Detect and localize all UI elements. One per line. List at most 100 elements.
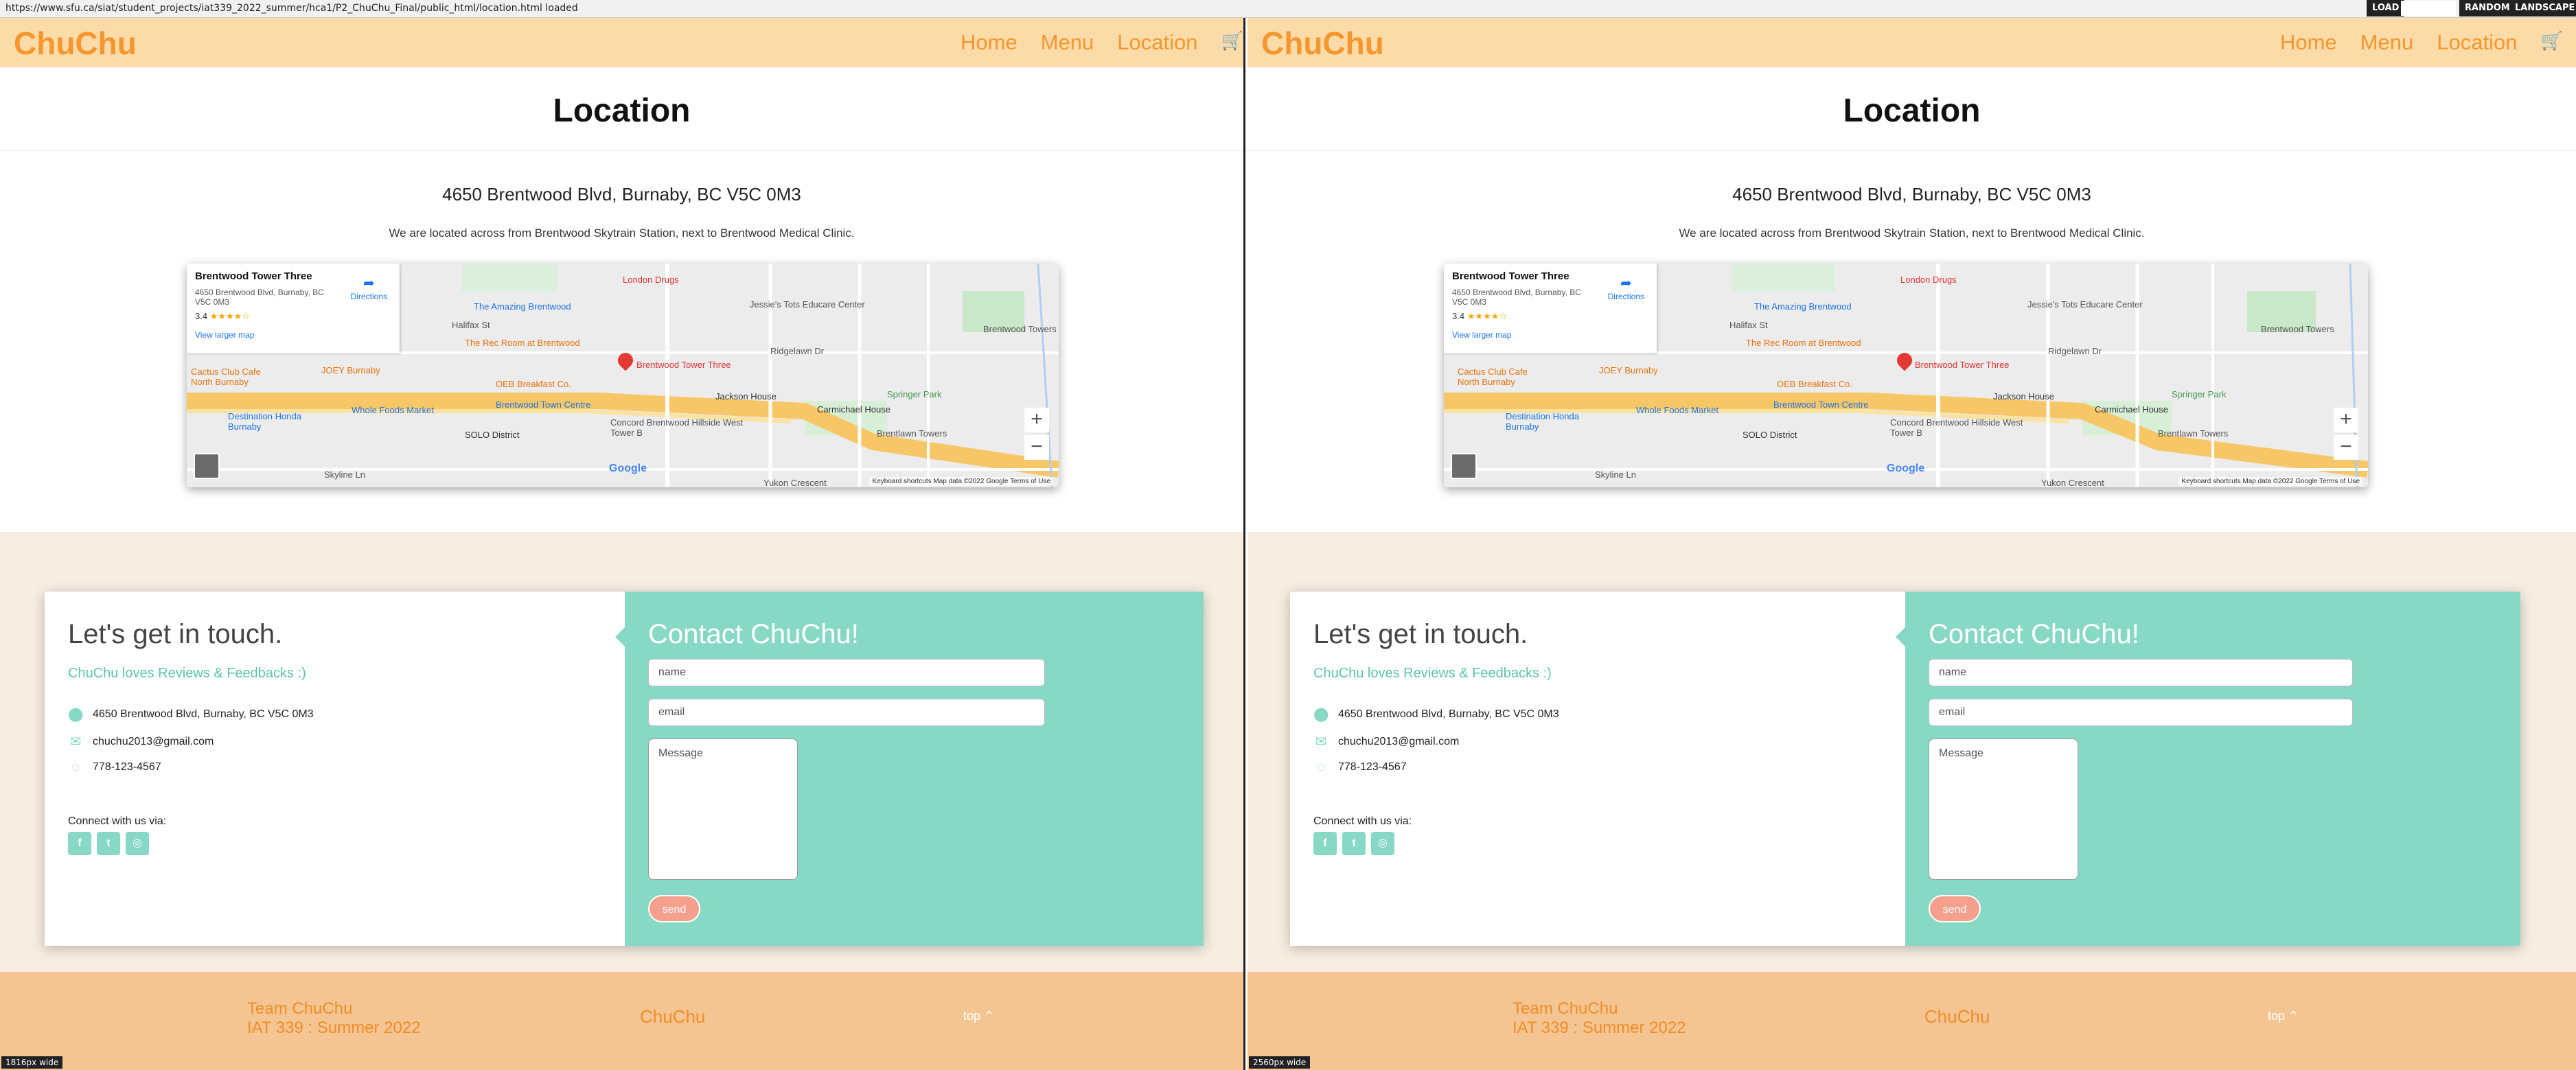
facebook-icon[interactable]: f [1313,832,1337,855]
google-map[interactable]: Brentwood Tower Three The Amazing Brentw… [187,264,1059,487]
satellite-toggle[interactable] [194,453,220,479]
footer-team: Team ChuChu IAT 339 : Summer 2022 [1513,999,1686,1037]
touch-title: Let's get in touch. [1313,619,1528,649]
address-heading: 4650 Brentwood Blvd, Burnaby, BC V5C 0M3 [1732,184,2091,205]
name-field[interactable]: name [648,659,1045,686]
footer-brand[interactable]: ChuChu [1924,1006,1990,1027]
back-to-top-link[interactable]: top ⌃ [2268,1009,2299,1023]
map-label: OEB Breakfast Co. [1777,379,1852,389]
map-attribution[interactable]: Keyboard shortcuts Map data ©2022 Google… [2178,477,2362,486]
nav-menu[interactable]: Menu [2360,30,2414,55]
map-label: Brentwood Tower Three [1915,360,2010,370]
map-label: Brentlawn Towers [877,428,947,439]
loaded-url: https://www.sfu.ca/siat/student_projects… [5,3,578,14]
load-button[interactable]: LOAD [2367,0,2405,16]
footer-brand[interactable]: ChuChu [640,1006,705,1027]
contact-address: ⬤ 4650 Brentwood Blvd, Burnaby, BC V5C 0M… [1313,707,1559,722]
map-label: Carmichael House [817,404,890,415]
map-label: Yukon Crescent [763,478,827,487]
map-label: Brentwood Town Centre [1773,399,1869,410]
message-field[interactable]: Message [648,738,798,880]
map-label: Cactus Club Cafe North Burnaby [191,367,261,387]
place-address: 4650 Brentwood Blvd, Burnaby, BC V5C 0M3 [1452,288,1581,307]
brand-logo[interactable]: ChuChu [14,25,137,62]
twitter-icon[interactable]: t [1342,832,1366,855]
map-label: Springer Park [887,389,942,399]
random-button[interactable]: RANDOM [2459,0,2516,16]
site-header: ChuChu Home Menu Location 🛒 [1247,18,2576,67]
map-label: The Rec Room at Brentwood [465,338,580,348]
contact-card: Let's get in touch. ChuChu loves Reviews… [1290,592,2520,946]
place-rating: 3.4 ★★★★☆ [1452,311,1507,321]
contact-address: ⬤ 4650 Brentwood Blvd, Burnaby, BC V5C 0M… [68,707,314,722]
zoom-out-button[interactable]: − [1024,435,1049,460]
connect-label: Connect with us via: [68,815,167,827]
divider [1247,150,2576,151]
mail-icon: ✉ [69,734,82,749]
instagram-icon[interactable]: ◎ [1371,832,1394,855]
landscape-button[interactable]: LANDSCAPE [2509,0,2576,16]
right-viewport: ChuChu Home Menu Location 🛒 Location 465… [1247,18,2576,1070]
map-label: Whole Foods Market [1636,405,1718,415]
notch [615,627,625,647]
map-label: Concord Brentwood Hillside West Tower B [610,417,744,438]
shopping-cart-icon[interactable]: 🛒 [1221,30,1243,55]
map-label: London Drugs [623,275,679,285]
map-label: Jessie's Tots Educare Center [750,299,865,310]
view-larger-map-link[interactable]: View larger map [1452,330,1648,340]
map-label: Brentlawn Towers [2158,428,2229,439]
connect-label: Connect with us via: [1313,815,1412,827]
email-field[interactable]: email [1929,699,2353,726]
map-label: Jackson House [1993,391,2054,402]
satellite-toggle[interactable] [1451,453,1477,479]
site-footer: Team ChuChu IAT 339 : Summer 2022 ChuChu … [0,972,1243,1070]
map-label: Destination Honda Burnaby [1506,411,1579,432]
google-map[interactable]: Brentwood Tower Three The Amazing Brentw… [1444,264,2368,487]
contact-form: Contact ChuChu! name email Message send [625,592,1204,946]
mail-icon: ✉ [1315,734,1327,749]
view-larger-map-link[interactable]: View larger map [195,330,391,340]
map-attribution[interactable]: Keyboard shortcuts Map data ©2022 Google… [869,477,1053,486]
site-header: ChuChu Home Menu Location 🛒 [0,18,1243,67]
contact-phone: ◌ 778-123-4567 [68,760,161,775]
map-label: Skyline Ln [1595,469,1636,480]
map-label: Brentwood Town Centre [496,399,591,410]
facebook-icon[interactable]: f [68,832,91,855]
directions-button[interactable]: ➦ Directions [1608,275,1644,301]
shopping-cart-icon[interactable]: 🛒 [2540,30,2562,55]
form-title: Contact ChuChu! [1929,619,2139,649]
chat-icon: ◌ [71,760,80,775]
main-nav: Home Menu Location 🛒 [961,30,1243,55]
page-title: Location [553,93,691,129]
map-label: Ridgelawn Dr [770,346,825,356]
nav-location[interactable]: Location [1117,30,1197,55]
map-label: Carmichael House [2095,404,2168,415]
site-footer: Team ChuChu IAT 339 : Summer 2022 ChuChu … [1247,972,2576,1070]
twitter-icon[interactable]: t [97,832,120,855]
zoom-in-button[interactable]: + [2334,408,2358,432]
back-to-top-link[interactable]: top ⌃ [963,1009,994,1023]
map-label: Springer Park [2172,389,2227,399]
instagram-icon[interactable]: ◎ [126,832,149,855]
nav-menu[interactable]: Menu [1041,30,1094,55]
contact-info: Let's get in touch. ChuChu loves Reviews… [45,592,625,946]
message-field[interactable]: Message [1929,738,2078,880]
url-input[interactable] [2401,1,2456,16]
map-label: Yukon Crescent [2041,478,2104,487]
directions-button[interactable]: ➦ Directions [351,275,387,301]
zoom-in-button[interactable]: + [1024,408,1049,432]
contact-card: Let's get in touch. ChuChu loves Reviews… [45,592,1204,946]
map-label: SOLO District [1743,430,1797,440]
name-field[interactable]: name [1929,659,2353,686]
nav-home[interactable]: Home [961,30,1017,55]
email-field[interactable]: email [648,699,1045,726]
map-label: JOEY Burnaby [321,365,380,375]
map-label: The Amazing Brentwood [474,301,571,312]
brand-logo[interactable]: ChuChu [1261,25,1384,62]
nav-home[interactable]: Home [2280,30,2337,55]
send-button[interactable]: send [648,895,700,922]
send-button[interactable]: send [1929,895,1981,922]
zoom-out-button[interactable]: − [2334,435,2358,460]
nav-location[interactable]: Location [2437,30,2517,55]
contact-info: Let's get in touch. ChuChu loves Reviews… [1290,592,1905,946]
